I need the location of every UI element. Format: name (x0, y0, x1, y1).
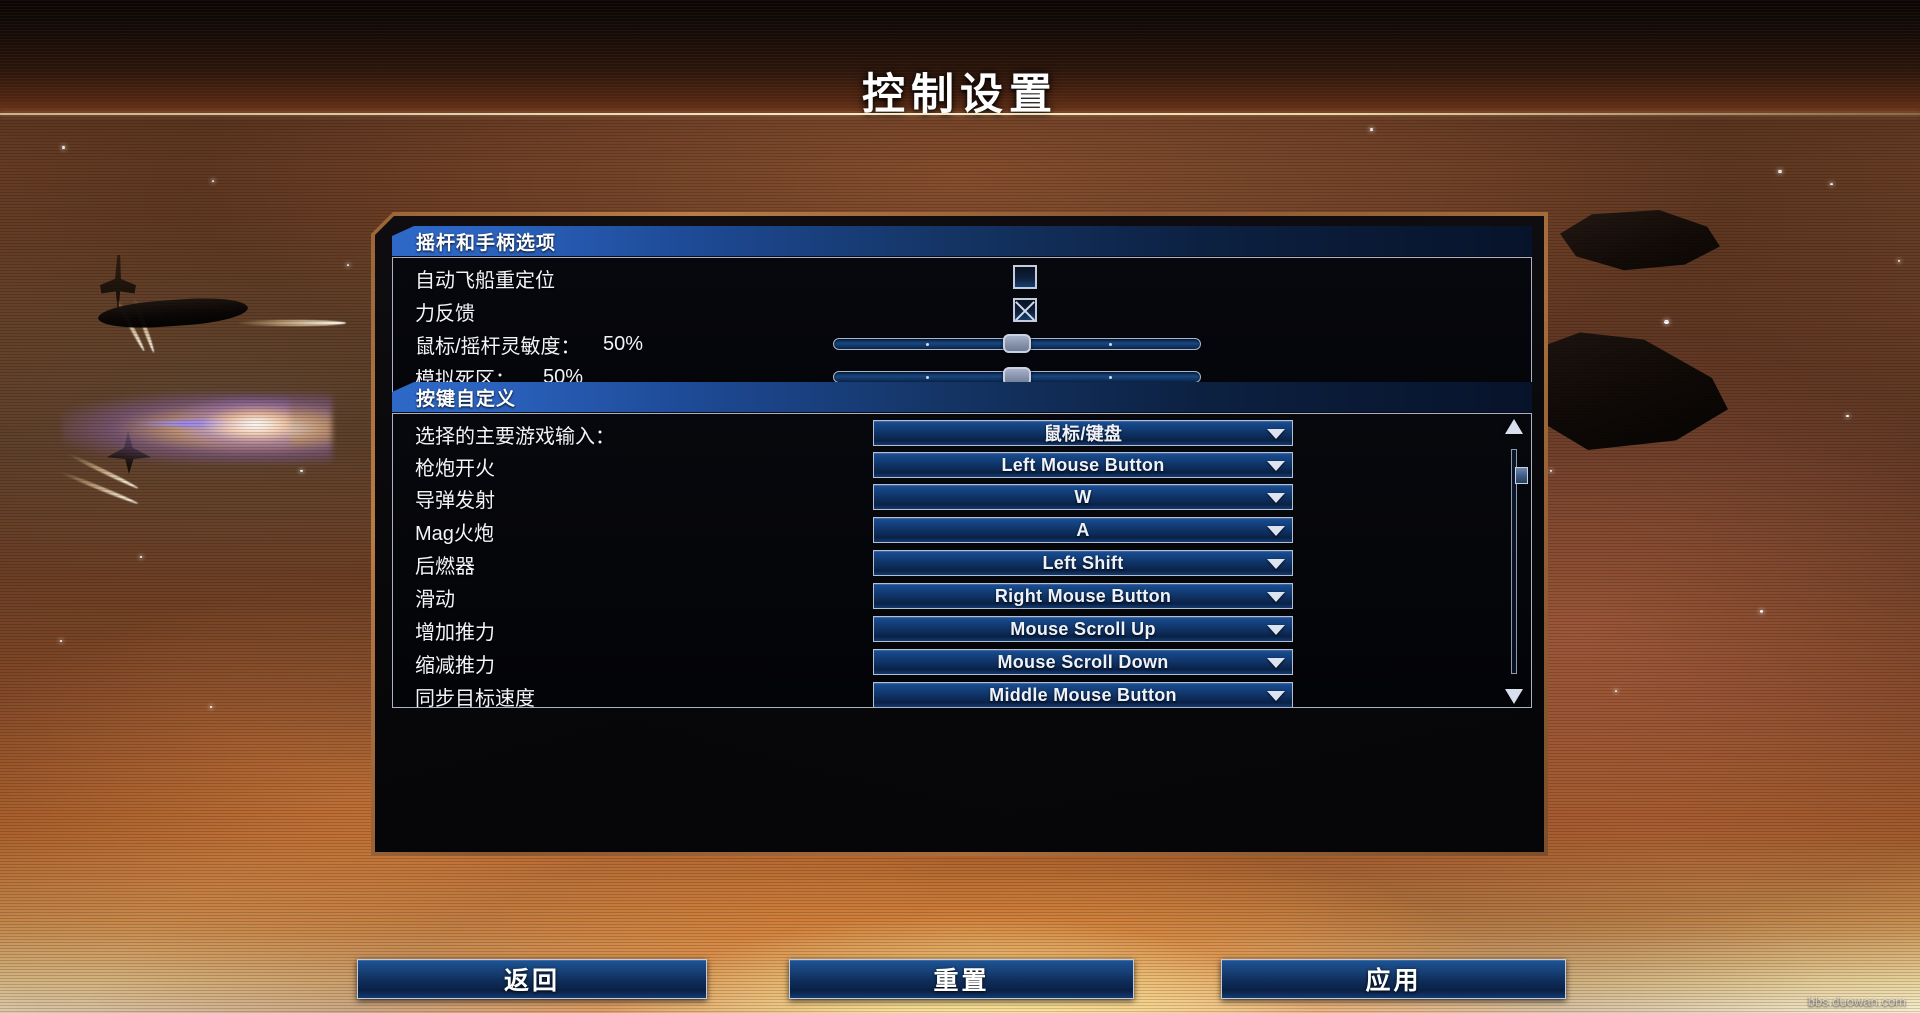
dropdown-value: Middle Mouse Button (989, 684, 1177, 705)
scroll-down-arrow-icon[interactable] (1505, 689, 1523, 704)
apply-button-label: 应用 (1365, 967, 1422, 995)
keybind-dropdown-match-target-speed[interactable]: Middle Mouse Button (873, 682, 1293, 707)
scroll-up-arrow-icon[interactable] (1505, 419, 1523, 434)
check-x-icon (1015, 300, 1035, 320)
keybind-label-mag-cannon: Mag火炮 (415, 523, 494, 545)
site-watermark: bbs.duowan.com (1807, 994, 1906, 1009)
chevron-down-icon[interactable] (1267, 559, 1285, 569)
dropdown-value: Mouse Scroll Down (997, 651, 1169, 672)
joystick-section-header: 摇杆和手柄选项 (392, 226, 1532, 256)
force-feedback-label: 力反馈 (415, 302, 475, 325)
keybind-dropdown-afterburner[interactable]: Left Shift (873, 550, 1293, 576)
keybind-row: Mag火炮 A (393, 515, 1531, 548)
keybind-row: 增加推力 Mouse Scroll Up (393, 614, 1531, 647)
auto-reposition-label: 自动飞船重定位 (415, 269, 555, 292)
sensitivity-slider-thumb[interactable] (1003, 334, 1031, 353)
force-feedback-checkbox[interactable] (1013, 298, 1037, 322)
scrollbar-track[interactable] (1511, 449, 1528, 674)
option-row-force-feedback: 力反馈 (393, 295, 1531, 327)
keybind-label-missile-launch: 导弹发射 (415, 490, 495, 512)
dropdown-value: W (1074, 486, 1092, 507)
keybind-row: 枪炮开火 Left Mouse Button (393, 450, 1531, 483)
joystick-section-title: 摇杆和手柄选项 (416, 232, 557, 254)
dropdown-value: Left Shift (1042, 552, 1124, 573)
keybind-label-primary-input: 选择的主要游戏输入： (415, 426, 615, 448)
chevron-down-icon[interactable] (1267, 625, 1285, 635)
keybind-label-increase-thrust: 增加推力 (415, 622, 495, 644)
option-row-sensitivity: 鼠标/摇杆灵敏度： 50% (393, 328, 1531, 360)
sensitivity-value: 50% (603, 332, 644, 355)
reset-button[interactable]: 重置 (789, 959, 1134, 999)
keybind-list-box: 选择的主要游戏输入： 鼠标/键盘 枪炮开火 Left Mouse Button (392, 413, 1532, 708)
keybind-scrollbar[interactable] (1505, 419, 1528, 704)
keybind-dropdown-mag-cannon[interactable]: A (873, 517, 1293, 543)
keybind-dropdown-gun-fire[interactable]: Left Mouse Button (873, 452, 1293, 478)
dropdown-value: Mouse Scroll Up (1010, 618, 1156, 639)
chevron-down-icon[interactable] (1267, 493, 1285, 503)
keybind-label-gun-fire: 枪炮开火 (415, 458, 495, 480)
keybind-dropdown-slide[interactable]: Right Mouse Button (873, 583, 1293, 609)
joystick-options-box: 自动飞船重定位 力反馈 鼠标/摇杆灵敏度： 50% 模拟死区： 50% (392, 257, 1532, 399)
dropdown-value: A (1076, 519, 1090, 540)
keybind-row: 后燃器 Left Shift (393, 548, 1531, 581)
reset-button-label: 重置 (933, 967, 990, 995)
sensitivity-label: 鼠标/摇杆灵敏度： (415, 335, 581, 358)
keybind-dropdown-increase-thrust[interactable]: Mouse Scroll Up (873, 616, 1293, 642)
keybind-dropdown-primary-input[interactable]: 鼠标/键盘 (873, 420, 1293, 446)
chevron-down-icon[interactable] (1267, 691, 1285, 701)
keybind-dropdown-missile-launch[interactable]: W (873, 484, 1293, 510)
dropdown-value: Right Mouse Button (994, 585, 1172, 606)
settings-panel: 摇杆和手柄选项 自动飞船重定位 力反馈 鼠标/摇杆灵敏度： 50% 模拟死区： … (371, 212, 1548, 856)
back-button-label: 返回 (503, 967, 560, 995)
dropdown-value: Left Mouse Button (1001, 454, 1165, 475)
option-row-auto-reposition: 自动飞船重定位 (393, 262, 1531, 294)
chevron-down-icon[interactable] (1267, 592, 1285, 602)
keybind-block: 按键自定义 选择的主要游戏输入： 鼠标/键盘 枪炮开火 Left Mouse B… (392, 382, 1532, 708)
keybind-section-header: 按键自定义 (392, 382, 1532, 412)
chevron-down-icon[interactable] (1267, 658, 1285, 668)
chevron-down-icon[interactable] (1267, 461, 1285, 471)
keybind-label-afterburner: 后燃器 (415, 556, 475, 578)
keybind-label-match-target-speed: 同步目标速度 (415, 688, 535, 708)
chevron-down-icon[interactable] (1267, 429, 1285, 439)
chevron-down-icon[interactable] (1267, 526, 1285, 536)
keybind-row: 选择的主要游戏输入： 鼠标/键盘 (393, 418, 1531, 451)
sensitivity-slider[interactable] (833, 334, 1201, 353)
game-settings-screen: 控制设置 摇杆和手柄选项 自动飞船重定位 力反馈 鼠标/摇杆灵敏度： 50% 模… (0, 0, 1920, 1013)
keybind-label-decrease-thrust: 缩减推力 (415, 655, 495, 677)
auto-reposition-checkbox[interactable] (1013, 265, 1037, 289)
joystick-options-block: 摇杆和手柄选项 自动飞船重定位 力反馈 鼠标/摇杆灵敏度： 50% 模拟死区： … (392, 226, 1532, 399)
keybind-dropdown-decrease-thrust[interactable]: Mouse Scroll Down (873, 649, 1293, 675)
dropdown-value: 鼠标/键盘 (1043, 424, 1123, 444)
keybind-section-title: 按键自定义 (416, 388, 517, 410)
keybind-row: 同步目标速度 Middle Mouse Button (393, 680, 1531, 708)
back-button[interactable]: 返回 (357, 959, 707, 999)
title-divider (0, 113, 1920, 115)
keybind-label-slide: 滑动 (415, 589, 455, 611)
keybind-row: 缩减推力 Mouse Scroll Down (393, 647, 1531, 680)
footer-button-bar: 返回 重置 应用 (0, 959, 1920, 1013)
keybind-row: 滑动 Right Mouse Button (393, 581, 1531, 614)
scrollbar-thumb[interactable] (1515, 467, 1528, 484)
apply-button[interactable]: 应用 (1221, 959, 1566, 999)
keybind-row: 导弹发射 W (393, 482, 1531, 515)
